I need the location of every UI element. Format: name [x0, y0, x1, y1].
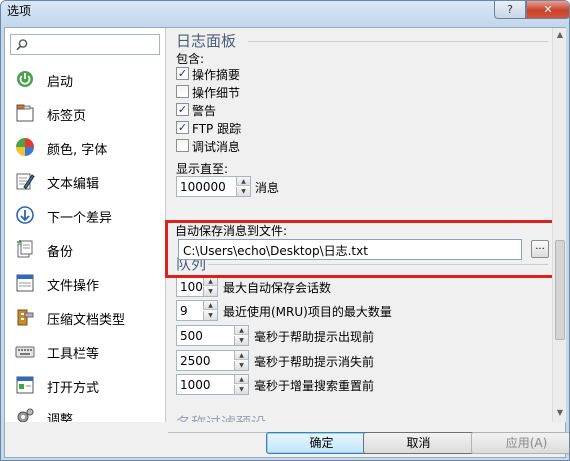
scroll-up-icon[interactable]: ▲	[555, 30, 565, 42]
sidebar-item-text-editing[interactable]: 文本编辑	[5, 164, 165, 198]
file-ops-icon	[16, 274, 34, 292]
spin-up-icon[interactable]: ▲	[234, 351, 248, 360]
archive-icon	[17, 309, 34, 326]
show-until-label: 显示直至:	[176, 162, 229, 176]
apply-button[interactable]: 应用(A)	[471, 432, 569, 454]
browse-button[interactable]: ...	[531, 240, 549, 258]
checkbox-operation-summary[interactable]: ✓	[176, 67, 189, 80]
close-icon: ✕	[543, 3, 553, 16]
edit-icon	[16, 173, 35, 190]
sidebar: 启动 标签页 颜色, 字体 文本编辑 下一个差异 备份 文件操作 压缩文档类型 …	[5, 28, 166, 422]
open-with-icon	[16, 376, 34, 394]
max-mru-items-stepper[interactable]: 9 ▲ ▼	[176, 300, 218, 321]
scroll-down-icon[interactable]: ▼	[555, 408, 565, 420]
spin-up-icon[interactable]: ▲	[236, 177, 250, 186]
section-divider	[248, 41, 548, 42]
client-area: 启动 标签页 颜色, 字体 文本编辑 下一个差异 备份 文件操作 压缩文档类型 …	[4, 27, 569, 458]
checkbox-label: 警告	[192, 104, 217, 118]
filter-presets-title: 名称过滤预设	[176, 412, 266, 422]
sidebar-item-label: 启动	[47, 75, 74, 90]
checkbox-label: FTP 跟踪	[192, 122, 242, 136]
tooltip-hide-delay-stepper[interactable]: 2500 ▲ ▼	[176, 350, 249, 371]
next-diff-icon	[16, 206, 34, 224]
autosave-highlight: 自动保存消息到文件: C:\Users\echo\Desktop\日志.txt …	[165, 220, 556, 278]
queue-row-label: 最大自动保存会话数	[223, 281, 332, 295]
spin-up-icon[interactable]: ▲	[234, 375, 248, 384]
power-icon	[17, 71, 33, 87]
checkbox-warnings[interactable]: ✓	[176, 103, 189, 116]
sidebar-item-label: 打开方式	[47, 381, 100, 396]
queue-row-label: 最近使用(MRU)项目的最大数量	[223, 305, 392, 319]
include-label: 包含:	[176, 52, 205, 66]
sidebar-item-startup[interactable]: 启动	[5, 62, 165, 96]
autosave-path-field[interactable]: C:\Users\echo\Desktop\日志.txt	[178, 239, 522, 260]
spin-down-icon[interactable]: ▼	[234, 336, 248, 345]
spin-down-icon[interactable]: ▼	[203, 287, 217, 296]
help-button[interactable]: ?	[494, 1, 526, 19]
tooltip-show-delay-stepper[interactable]: 500 ▲ ▼	[176, 325, 249, 346]
scrollbar-thumb[interactable]	[555, 240, 565, 340]
spin-up-icon[interactable]: ▲	[234, 326, 248, 335]
spin-down-icon[interactable]: ▼	[236, 187, 250, 196]
sidebar-item-label: 工具栏等	[47, 347, 100, 362]
tabs-icon	[16, 104, 34, 122]
vertical-scrollbar[interactable]: ▲ ▼	[552, 28, 566, 422]
queue-row-label: 毫秒于增量搜索重置前	[254, 379, 375, 393]
log-panel-title: 日志面板	[176, 32, 237, 50]
spin-down-icon[interactable]: ▼	[234, 385, 248, 394]
max-autosave-sessions-stepper[interactable]: 100 ▲ ▼	[176, 276, 218, 297]
sidebar-item-label: 备份	[47, 245, 74, 260]
sidebar-item-label: 文本编辑	[47, 177, 100, 192]
window-title: 选项	[7, 4, 32, 18]
sidebar-item-label: 调整	[47, 413, 74, 422]
incremental-search-reset-stepper[interactable]: 1000 ▲ ▼	[176, 374, 249, 395]
sidebar-item-backup[interactable]: 备份	[5, 232, 165, 266]
cancel-button[interactable]: 取消	[363, 432, 474, 454]
show-until-unit: 消息	[255, 181, 280, 195]
queue-row-label: 毫秒于帮助提示消失前	[254, 355, 375, 369]
sidebar-item-toolbars[interactable]: 工具栏等	[5, 334, 165, 368]
sidebar-item-next-diff[interactable]: 下一个差异	[5, 198, 165, 232]
checkbox-label: 操作细节	[192, 86, 241, 100]
sidebar-item-label: 文件操作	[47, 279, 100, 294]
ok-button[interactable]: 确定	[266, 432, 377, 454]
sidebar-item-label: 标签页	[47, 109, 87, 124]
checkbox-label: 调试消息	[192, 140, 241, 154]
spin-up-icon[interactable]: ▲	[203, 301, 217, 310]
checkbox-label: 操作摘要	[192, 68, 241, 82]
spin-up-icon[interactable]: ▲	[203, 277, 217, 286]
help-icon: ?	[507, 3, 513, 16]
sidebar-item-archive-types[interactable]: 压缩文档类型	[5, 300, 165, 334]
sidebar-item-open-with[interactable]: 打开方式	[5, 368, 165, 402]
title-bar: 选项 ? ✕	[1, 1, 569, 27]
sidebar-item-tweaks[interactable]: 调整	[5, 400, 165, 422]
checkbox-operation-details[interactable]	[176, 85, 189, 98]
sidebar-item-tabs[interactable]: 标签页	[5, 96, 165, 130]
search-icon	[16, 39, 28, 51]
close-button[interactable]: ✕	[526, 1, 569, 19]
spin-down-icon[interactable]: ▼	[234, 361, 248, 370]
checkbox-ftp-trace[interactable]: ✓	[176, 121, 189, 134]
palette-icon	[16, 138, 34, 156]
sidebar-item-label: 颜色, 字体	[47, 143, 108, 158]
sidebar-item-file-operations[interactable]: 文件操作	[5, 266, 165, 300]
keyboard-icon	[15, 346, 35, 358]
queue-row-label: 毫秒于帮助提示出现前	[254, 330, 375, 344]
checkbox-debug-messages[interactable]	[176, 139, 189, 152]
tweak-icon	[17, 408, 34, 422]
options-window: 选项 ? ✕ 启动 标签页 颜色, 字体 文本编辑 下一个差异 备份 文件操作 …	[0, 0, 570, 461]
show-until-stepper[interactable]: 100000 ▲ ▼	[176, 176, 251, 197]
sidebar-item-colors-fonts[interactable]: 颜色, 字体	[5, 130, 165, 164]
autosave-label: 自动保存消息到文件:	[175, 224, 288, 238]
sidebar-item-label: 下一个差异	[47, 211, 113, 226]
spin-down-icon[interactable]: ▼	[203, 311, 217, 320]
search-input[interactable]	[10, 34, 160, 55]
sidebar-item-label: 压缩文档类型	[47, 313, 126, 328]
backup-icon	[17, 240, 33, 258]
